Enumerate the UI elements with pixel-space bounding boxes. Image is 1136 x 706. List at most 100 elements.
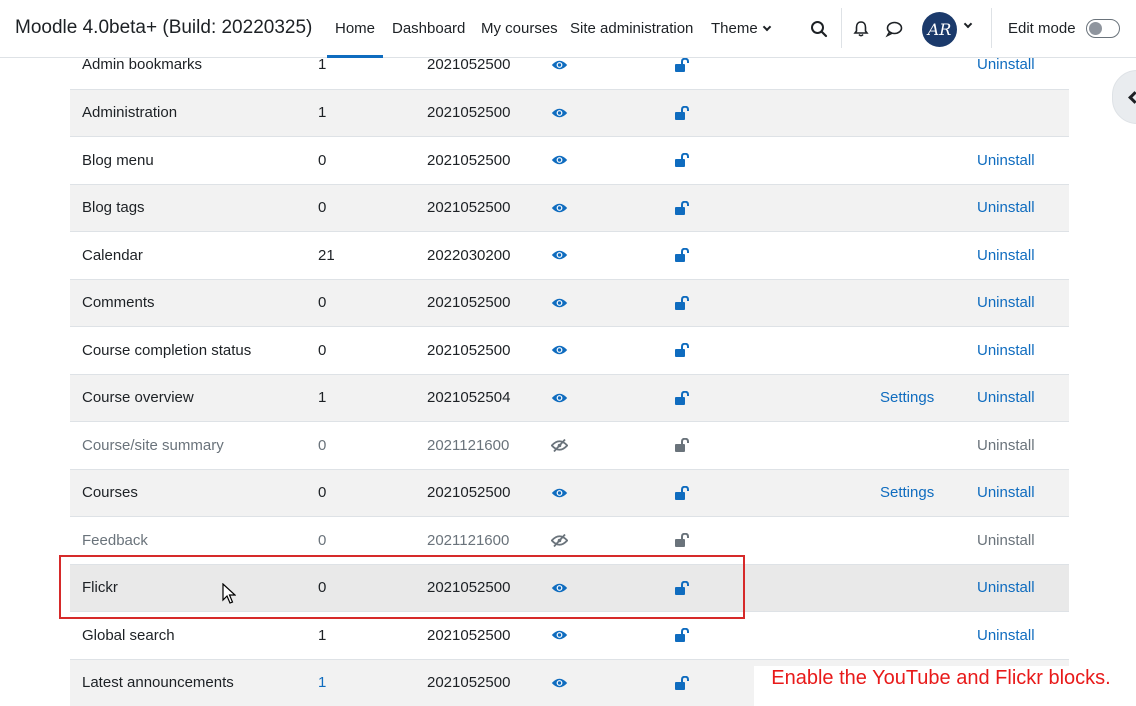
mouse-cursor-icon [222, 582, 237, 610]
unlock-icon[interactable] [674, 517, 690, 564]
table-row: Feedback 0 2021121600 Uninstall [70, 516, 1069, 564]
block-instances: 0 [318, 294, 327, 312]
block-name: Feedback [82, 531, 148, 549]
eye-icon[interactable] [551, 185, 568, 232]
eye-icon[interactable] [551, 612, 568, 659]
unlock-icon[interactable] [674, 327, 690, 374]
nav-home[interactable]: Home [326, 20, 384, 58]
block-instances: 0 [318, 579, 327, 597]
block-version: 2021052500 [427, 484, 511, 502]
unlock-icon[interactable] [674, 90, 690, 137]
block-instances[interactable]: 1 [318, 660, 326, 706]
table-row: Blog tags 0 2021052500 Uninstall [70, 183, 1069, 232]
edit-mode-toggle[interactable] [1086, 19, 1120, 38]
chevron-down-icon[interactable] [963, 19, 973, 29]
block-name: Blog tags [82, 199, 145, 217]
settings-link[interactable]: Settings [880, 375, 934, 422]
block-instances: 1 [318, 626, 327, 644]
block-instances: 0 [318, 199, 327, 217]
chat-icon[interactable] [883, 18, 905, 40]
nav-site-administration[interactable]: Site administration [570, 20, 693, 37]
block-instances: 1 [318, 389, 327, 407]
table-row: Comments 0 2021052500 Uninstall [70, 278, 1069, 327]
uninstall-link[interactable]: Uninstall [977, 137, 1035, 184]
eye-icon[interactable] [551, 137, 568, 184]
block-version: 2021052500 [427, 674, 511, 692]
block-instances: 1 [318, 104, 327, 122]
uninstall-link[interactable]: Uninstall [977, 612, 1035, 659]
eye-icon[interactable] [551, 232, 568, 279]
uninstall-link[interactable]: Uninstall [977, 565, 1035, 612]
block-name: Comments [82, 294, 155, 312]
chevron-down-icon [762, 22, 771, 31]
uninstall-link[interactable]: Uninstall [977, 280, 1035, 327]
block-name: Course completion status [82, 341, 252, 359]
unlock-icon[interactable] [674, 137, 690, 184]
table-row: Global search 1 2021052500 Uninstall [70, 611, 1069, 659]
bell-icon[interactable] [850, 18, 872, 40]
uninstall-link[interactable]: Uninstall [977, 422, 1035, 469]
block-instances: 0 [318, 151, 327, 169]
uninstall-link[interactable]: Uninstall [977, 232, 1035, 279]
table-row: Courses 0 2021052500 Settings Uninstall [70, 468, 1069, 517]
site-name[interactable]: Moodle 4.0beta+ (Build: 20220325) [15, 17, 312, 39]
unlock-icon[interactable] [674, 565, 690, 612]
block-instances: 0 [318, 436, 327, 454]
eye-icon[interactable] [551, 41, 568, 89]
uninstall-link[interactable]: Uninstall [977, 41, 1035, 89]
uninstall-link[interactable]: Uninstall [977, 327, 1035, 374]
block-version: 2022030200 [427, 246, 511, 264]
settings-link[interactable]: Settings [880, 470, 934, 517]
unlock-icon[interactable] [674, 185, 690, 232]
blocks-table: Admin bookmarks 1 2021052500 Uninstall Admin… [70, 41, 1069, 706]
unlock-icon[interactable] [674, 232, 690, 279]
block-instances: 21 [318, 246, 335, 264]
block-instances: 0 [318, 341, 327, 359]
eye-icon[interactable] [551, 280, 568, 327]
block-drawer-toggle[interactable] [1112, 70, 1136, 124]
unlock-icon[interactable] [674, 660, 690, 706]
block-name: Course overview [82, 389, 194, 407]
uninstall-link[interactable]: Uninstall [977, 375, 1035, 422]
block-version: 2021052500 [427, 151, 511, 169]
block-version: 2021121600 [427, 436, 510, 454]
unlock-icon[interactable] [674, 375, 690, 422]
block-version: 2021052500 [427, 56, 511, 74]
block-name: Calendar [82, 246, 143, 264]
table-row: Course/site summary 0 2021121600 Uninstall [70, 421, 1069, 469]
eye-icon[interactable] [551, 660, 568, 706]
block-name: Admin bookmarks [82, 56, 203, 74]
eye-icon[interactable] [551, 90, 568, 137]
block-version: 2021052500 [427, 199, 511, 217]
table-row: Calendar 21 2022030200 Uninstall [70, 231, 1069, 279]
table-row: Course overview 1 2021052504 Settings Uninst… [70, 373, 1069, 422]
eye-icon[interactable] [551, 470, 568, 517]
nav-my-courses[interactable]: My courses [481, 20, 558, 37]
uninstall-link[interactable]: Uninstall [977, 517, 1035, 564]
block-version: 2021121600 [427, 531, 510, 549]
eye-icon[interactable] [551, 565, 568, 612]
unlock-icon[interactable] [674, 612, 690, 659]
block-version: 2021052500 [427, 341, 511, 359]
block-version: 2021052500 [427, 579, 511, 597]
edit-mode-label: Edit mode [1008, 20, 1076, 37]
toggle-knob [1089, 22, 1102, 35]
block-version: 2021052504 [427, 389, 511, 407]
unlock-icon[interactable] [674, 470, 690, 517]
unlock-icon[interactable] [674, 41, 690, 89]
unlock-icon[interactable] [674, 280, 690, 327]
nav-dashboard[interactable]: Dashboard [392, 20, 465, 37]
uninstall-link[interactable]: Uninstall [977, 185, 1035, 232]
chevron-left-icon [1128, 91, 1136, 104]
search-icon[interactable] [808, 18, 830, 40]
block-name: Global search [82, 626, 175, 644]
block-version: 2021052500 [427, 294, 511, 312]
eye-slash-icon[interactable] [551, 517, 568, 564]
nav-theme-dropdown[interactable]: Theme [711, 20, 771, 37]
eye-icon[interactable] [551, 327, 568, 374]
block-version: 2021052500 [427, 104, 511, 122]
uninstall-link[interactable]: Uninstall [977, 470, 1035, 517]
unlock-icon[interactable] [674, 422, 690, 469]
eye-icon[interactable] [551, 375, 568, 422]
eye-slash-icon[interactable] [551, 422, 568, 469]
